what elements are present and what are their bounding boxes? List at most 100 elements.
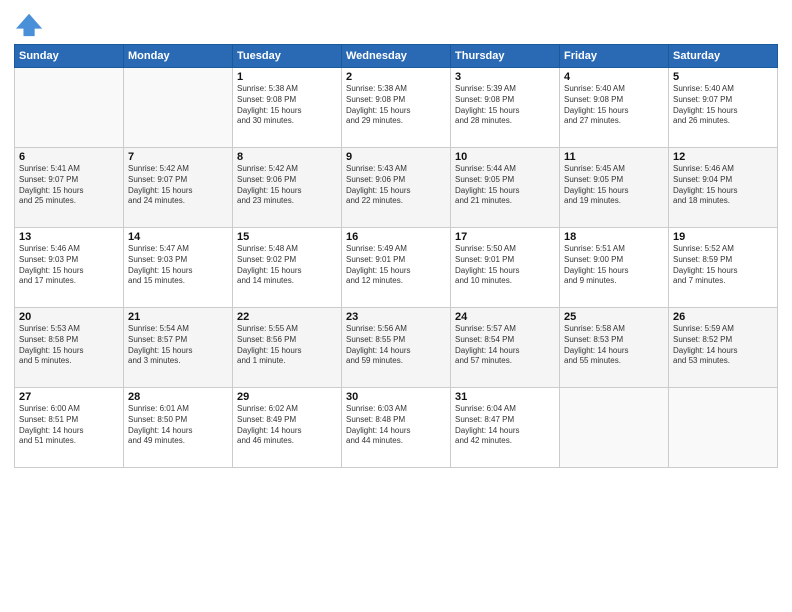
calendar-cell: 18Sunrise: 5:51 AM Sunset: 9:00 PM Dayli… [560, 228, 669, 308]
calendar-table: SundayMondayTuesdayWednesdayThursdayFrid… [14, 44, 778, 468]
day-number: 7 [128, 151, 228, 163]
day-number: 8 [237, 151, 337, 163]
day-number: 21 [128, 311, 228, 323]
logo-icon [16, 10, 44, 38]
calendar-week-row: 13Sunrise: 5:46 AM Sunset: 9:03 PM Dayli… [15, 228, 778, 308]
day-number: 20 [19, 311, 119, 323]
calendar-cell: 25Sunrise: 5:58 AM Sunset: 8:53 PM Dayli… [560, 308, 669, 388]
calendar-cell: 23Sunrise: 5:56 AM Sunset: 8:55 PM Dayli… [342, 308, 451, 388]
calendar-cell: 28Sunrise: 6:01 AM Sunset: 8:50 PM Dayli… [124, 388, 233, 468]
calendar-cell: 17Sunrise: 5:50 AM Sunset: 9:01 PM Dayli… [451, 228, 560, 308]
calendar-cell: 6Sunrise: 5:41 AM Sunset: 9:07 PM Daylig… [15, 148, 124, 228]
logo [14, 10, 44, 38]
calendar-cell: 3Sunrise: 5:39 AM Sunset: 9:08 PM Daylig… [451, 68, 560, 148]
cell-content: Sunrise: 5:39 AM Sunset: 9:08 PM Dayligh… [455, 84, 555, 127]
cell-content: Sunrise: 5:56 AM Sunset: 8:55 PM Dayligh… [346, 324, 446, 367]
cell-content: Sunrise: 5:43 AM Sunset: 9:06 PM Dayligh… [346, 164, 446, 207]
day-number: 15 [237, 231, 337, 243]
day-number: 9 [346, 151, 446, 163]
cell-content: Sunrise: 5:38 AM Sunset: 9:08 PM Dayligh… [237, 84, 337, 127]
cell-content: Sunrise: 5:40 AM Sunset: 9:08 PM Dayligh… [564, 84, 664, 127]
calendar-cell: 30Sunrise: 6:03 AM Sunset: 8:48 PM Dayli… [342, 388, 451, 468]
cell-content: Sunrise: 5:54 AM Sunset: 8:57 PM Dayligh… [128, 324, 228, 367]
cell-content: Sunrise: 5:59 AM Sunset: 8:52 PM Dayligh… [673, 324, 773, 367]
calendar-cell: 1Sunrise: 5:38 AM Sunset: 9:08 PM Daylig… [233, 68, 342, 148]
cell-content: Sunrise: 5:58 AM Sunset: 8:53 PM Dayligh… [564, 324, 664, 367]
calendar-cell [669, 388, 778, 468]
calendar-cell [560, 388, 669, 468]
day-number: 11 [564, 151, 664, 163]
calendar-cell: 12Sunrise: 5:46 AM Sunset: 9:04 PM Dayli… [669, 148, 778, 228]
cell-content: Sunrise: 5:42 AM Sunset: 9:07 PM Dayligh… [128, 164, 228, 207]
day-number: 27 [19, 391, 119, 403]
cell-content: Sunrise: 5:46 AM Sunset: 9:04 PM Dayligh… [673, 164, 773, 207]
day-number: 12 [673, 151, 773, 163]
calendar-cell: 5Sunrise: 5:40 AM Sunset: 9:07 PM Daylig… [669, 68, 778, 148]
cell-content: Sunrise: 6:01 AM Sunset: 8:50 PM Dayligh… [128, 404, 228, 447]
day-number: 6 [19, 151, 119, 163]
cell-content: Sunrise: 5:51 AM Sunset: 9:00 PM Dayligh… [564, 244, 664, 287]
calendar-cell: 2Sunrise: 5:38 AM Sunset: 9:08 PM Daylig… [342, 68, 451, 148]
cell-content: Sunrise: 5:49 AM Sunset: 9:01 PM Dayligh… [346, 244, 446, 287]
calendar-cell: 7Sunrise: 5:42 AM Sunset: 9:07 PM Daylig… [124, 148, 233, 228]
calendar-cell: 19Sunrise: 5:52 AM Sunset: 8:59 PM Dayli… [669, 228, 778, 308]
calendar-cell [124, 68, 233, 148]
day-number: 23 [346, 311, 446, 323]
weekday-header: Wednesday [342, 45, 451, 68]
day-number: 16 [346, 231, 446, 243]
weekday-header: Tuesday [233, 45, 342, 68]
day-number: 18 [564, 231, 664, 243]
calendar-cell: 8Sunrise: 5:42 AM Sunset: 9:06 PM Daylig… [233, 148, 342, 228]
day-number: 13 [19, 231, 119, 243]
calendar-cell: 20Sunrise: 5:53 AM Sunset: 8:58 PM Dayli… [15, 308, 124, 388]
cell-content: Sunrise: 5:38 AM Sunset: 9:08 PM Dayligh… [346, 84, 446, 127]
calendar-week-row: 1Sunrise: 5:38 AM Sunset: 9:08 PM Daylig… [15, 68, 778, 148]
cell-content: Sunrise: 5:48 AM Sunset: 9:02 PM Dayligh… [237, 244, 337, 287]
cell-content: Sunrise: 5:57 AM Sunset: 8:54 PM Dayligh… [455, 324, 555, 367]
day-number: 22 [237, 311, 337, 323]
day-number: 5 [673, 71, 773, 83]
page: SundayMondayTuesdayWednesdayThursdayFrid… [0, 0, 792, 612]
calendar-cell: 4Sunrise: 5:40 AM Sunset: 9:08 PM Daylig… [560, 68, 669, 148]
weekday-header-row: SundayMondayTuesdayWednesdayThursdayFrid… [15, 45, 778, 68]
calendar-week-row: 27Sunrise: 6:00 AM Sunset: 8:51 PM Dayli… [15, 388, 778, 468]
calendar-week-row: 6Sunrise: 5:41 AM Sunset: 9:07 PM Daylig… [15, 148, 778, 228]
cell-content: Sunrise: 6:04 AM Sunset: 8:47 PM Dayligh… [455, 404, 555, 447]
calendar-cell: 21Sunrise: 5:54 AM Sunset: 8:57 PM Dayli… [124, 308, 233, 388]
calendar-cell: 10Sunrise: 5:44 AM Sunset: 9:05 PM Dayli… [451, 148, 560, 228]
cell-content: Sunrise: 5:41 AM Sunset: 9:07 PM Dayligh… [19, 164, 119, 207]
calendar-cell: 14Sunrise: 5:47 AM Sunset: 9:03 PM Dayli… [124, 228, 233, 308]
calendar-cell: 15Sunrise: 5:48 AM Sunset: 9:02 PM Dayli… [233, 228, 342, 308]
cell-content: Sunrise: 5:50 AM Sunset: 9:01 PM Dayligh… [455, 244, 555, 287]
day-number: 28 [128, 391, 228, 403]
day-number: 10 [455, 151, 555, 163]
day-number: 14 [128, 231, 228, 243]
calendar-cell: 24Sunrise: 5:57 AM Sunset: 8:54 PM Dayli… [451, 308, 560, 388]
cell-content: Sunrise: 6:00 AM Sunset: 8:51 PM Dayligh… [19, 404, 119, 447]
calendar-cell: 11Sunrise: 5:45 AM Sunset: 9:05 PM Dayli… [560, 148, 669, 228]
day-number: 26 [673, 311, 773, 323]
day-number: 2 [346, 71, 446, 83]
cell-content: Sunrise: 5:42 AM Sunset: 9:06 PM Dayligh… [237, 164, 337, 207]
calendar-cell: 22Sunrise: 5:55 AM Sunset: 8:56 PM Dayli… [233, 308, 342, 388]
header [14, 10, 778, 38]
weekday-header: Friday [560, 45, 669, 68]
weekday-header: Monday [124, 45, 233, 68]
calendar-week-row: 20Sunrise: 5:53 AM Sunset: 8:58 PM Dayli… [15, 308, 778, 388]
calendar-cell: 31Sunrise: 6:04 AM Sunset: 8:47 PM Dayli… [451, 388, 560, 468]
cell-content: Sunrise: 5:46 AM Sunset: 9:03 PM Dayligh… [19, 244, 119, 287]
day-number: 31 [455, 391, 555, 403]
calendar-cell [15, 68, 124, 148]
calendar-cell: 13Sunrise: 5:46 AM Sunset: 9:03 PM Dayli… [15, 228, 124, 308]
day-number: 24 [455, 311, 555, 323]
cell-content: Sunrise: 6:03 AM Sunset: 8:48 PM Dayligh… [346, 404, 446, 447]
day-number: 17 [455, 231, 555, 243]
weekday-header: Sunday [15, 45, 124, 68]
weekday-header: Thursday [451, 45, 560, 68]
cell-content: Sunrise: 5:45 AM Sunset: 9:05 PM Dayligh… [564, 164, 664, 207]
calendar-cell: 29Sunrise: 6:02 AM Sunset: 8:49 PM Dayli… [233, 388, 342, 468]
calendar-cell: 16Sunrise: 5:49 AM Sunset: 9:01 PM Dayli… [342, 228, 451, 308]
calendar-cell: 27Sunrise: 6:00 AM Sunset: 8:51 PM Dayli… [15, 388, 124, 468]
cell-content: Sunrise: 5:53 AM Sunset: 8:58 PM Dayligh… [19, 324, 119, 367]
day-number: 25 [564, 311, 664, 323]
